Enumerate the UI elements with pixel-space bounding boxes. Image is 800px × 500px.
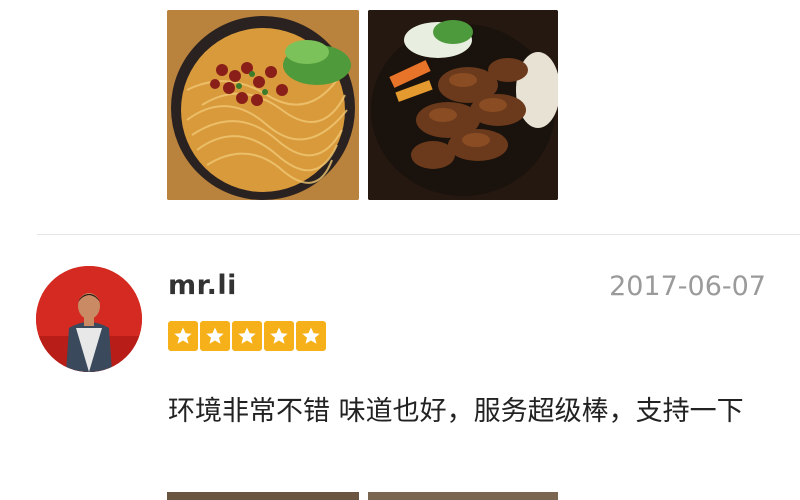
user-avatar[interactable] [36,266,142,372]
star-icon [168,321,198,351]
review-photo-beef-rice[interactable] [368,10,558,200]
star-icon [264,321,294,351]
star-icon [232,321,262,351]
review-date: 2017-06-07 [609,271,766,302]
review-photo[interactable] [167,492,359,500]
review-photo[interactable] [368,492,558,500]
star-icon [200,321,230,351]
review-username[interactable]: mr.li [168,270,237,301]
review-text: 环境非常不错 味道也好，服务超级棒，支持一下 [168,396,744,427]
review-divider [37,234,800,235]
star-rating [168,321,326,351]
review-photo-noodles[interactable] [167,10,359,200]
star-icon [296,321,326,351]
